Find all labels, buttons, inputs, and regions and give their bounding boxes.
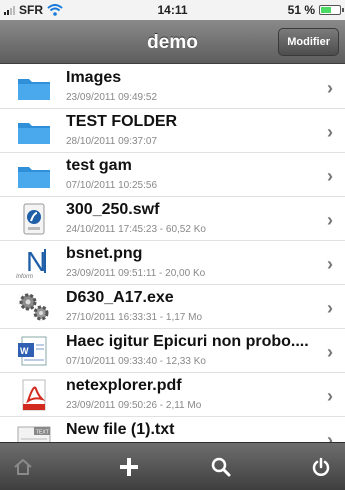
- file-meta: 28/10/2011 09:37:07: [66, 136, 158, 147]
- svg-text:W: W: [20, 346, 29, 356]
- svg-text:Inform: Inform: [16, 274, 33, 279]
- svg-text:N: N: [26, 247, 46, 277]
- chevron-right-icon[interactable]: ›: [327, 430, 333, 442]
- file-row[interactable]: TEST FOLDER 28/10/2011 09:37:07 ›: [0, 109, 345, 153]
- folder-icon: [16, 71, 52, 103]
- chevron-right-icon[interactable]: ›: [327, 386, 333, 407]
- file-row[interactable]: Images 23/09/2011 09:49:52 ›: [0, 65, 345, 109]
- search-button[interactable]: [196, 443, 246, 490]
- gears-icon: [16, 291, 52, 323]
- edit-button[interactable]: Modifier: [278, 28, 339, 56]
- bottom-toolbar: [0, 442, 345, 490]
- home-button[interactable]: [0, 443, 48, 490]
- chevron-right-icon[interactable]: ›: [327, 342, 333, 363]
- add-icon: [120, 458, 138, 476]
- file-meta: 07/10/2011 10:25:56: [66, 180, 158, 191]
- folder-icon: [16, 115, 52, 147]
- file-meta: 23/09/2011 09:50:26 - 2,11 Mo: [66, 400, 202, 411]
- chevron-right-icon[interactable]: ›: [327, 122, 333, 143]
- file-row[interactable]: 300_250.swf 24/10/2011 17:45:23 - 60,52 K…: [0, 197, 345, 241]
- file-name: Images: [66, 69, 122, 86]
- home-icon: [14, 459, 32, 475]
- status-bar: SFR 14:11 51 %: [0, 0, 345, 20]
- file-name: D630_A17.exe: [66, 289, 174, 306]
- file-meta: 07/10/2011 09:33:40 - 12,33 Ko: [66, 356, 206, 367]
- file-row[interactable]: netexplorer.pdf 23/09/2011 09:50:26 - 2,1…: [0, 373, 345, 417]
- folder-icon: [16, 159, 52, 191]
- search-icon: [211, 457, 231, 477]
- file-meta: 24/10/2011 17:45:23 - 60,52 Ko: [66, 224, 206, 235]
- chevron-right-icon[interactable]: ›: [327, 210, 333, 231]
- file-row[interactable]: D630_A17.exe 27/10/2011 16:33:31 - 1,17 M…: [0, 285, 345, 329]
- file-name: New file (1).txt: [66, 421, 175, 438]
- status-right: 51 %: [287, 3, 344, 17]
- chevron-right-icon[interactable]: ›: [327, 298, 333, 319]
- svg-text:TEXT: TEXT: [36, 430, 49, 436]
- file-row[interactable]: test gam 07/10/2011 10:25:56 ›: [0, 153, 345, 197]
- navigation-bar: demo Modifier: [0, 20, 345, 64]
- file-row[interactable]: W Haec igitur Epicuri non probo.... 07/10…: [0, 329, 345, 373]
- battery-percent: 51 %: [287, 3, 315, 17]
- file-meta: 27/10/2011 16:33:31 - 1,17 Mo: [66, 312, 203, 323]
- chevron-right-icon[interactable]: ›: [327, 78, 333, 99]
- logout-button[interactable]: [296, 443, 345, 490]
- text-file-icon: TEXT: [16, 423, 52, 442]
- pdf-file-icon: [16, 379, 52, 411]
- file-row[interactable]: TEXT New file (1).txt ›: [0, 417, 345, 442]
- add-button[interactable]: [104, 443, 154, 490]
- image-thumbnail-icon: N Inform: [16, 246, 52, 280]
- chevron-right-icon[interactable]: ›: [327, 254, 333, 275]
- file-meta: 23/09/2011 09:51:11 - 20,00 Ko: [66, 268, 206, 279]
- file-name: bsnet.png: [66, 245, 143, 262]
- file-name: 300_250.swf: [66, 201, 160, 218]
- file-name: netexplorer.pdf: [66, 377, 182, 394]
- power-icon: [312, 457, 330, 476]
- battery-icon: [319, 5, 344, 15]
- word-document-icon: W: [16, 335, 52, 367]
- file-name: TEST FOLDER: [66, 113, 178, 130]
- file-name: Haec igitur Epicuri non probo....: [66, 333, 309, 350]
- file-row[interactable]: N Inform bsnet.png 23/09/2011 09:51:11 - …: [0, 241, 345, 285]
- file-list[interactable]: Images 23/09/2011 09:49:52 › TEST FOLDER 28…: [0, 65, 345, 442]
- file-meta: 23/09/2011 09:49:52: [66, 92, 158, 103]
- file-name: test gam: [66, 157, 132, 174]
- swf-file-icon: [16, 203, 52, 235]
- chevron-right-icon[interactable]: ›: [327, 166, 333, 187]
